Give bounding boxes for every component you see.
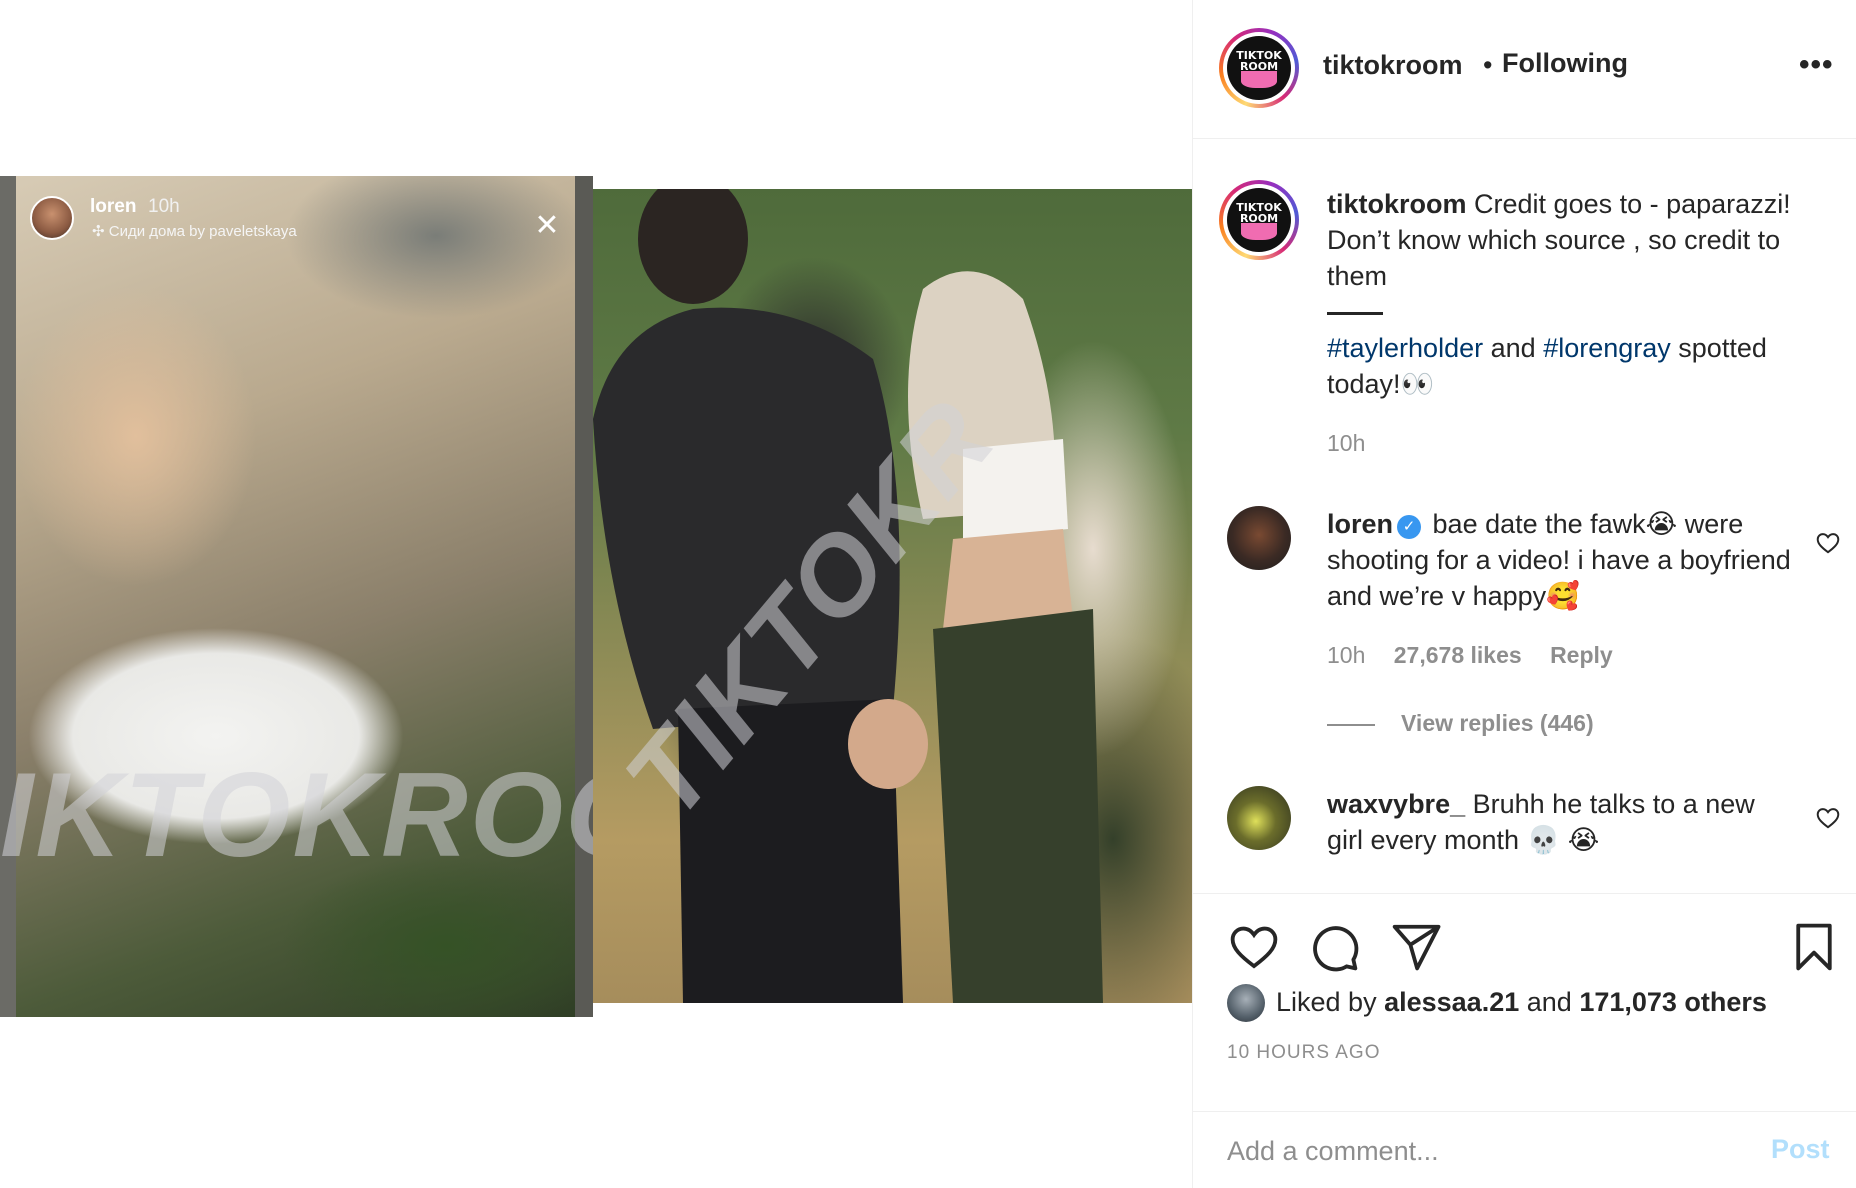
reply-button[interactable]: Reply xyxy=(1550,642,1613,668)
liked-by: Liked by alessaa.21 and 171,073 others xyxy=(1276,987,1767,1018)
comment-time[interactable]: 10h xyxy=(1327,642,1365,668)
view-replies-button[interactable]: View replies (446) xyxy=(1401,710,1594,737)
replies-line xyxy=(1327,724,1375,726)
story-avatar xyxy=(30,196,74,240)
comment-icon[interactable] xyxy=(1307,920,1361,974)
post-button[interactable]: Post xyxy=(1771,1134,1830,1165)
woman-pants xyxy=(933,609,1103,1003)
add-comment-bar: Post xyxy=(1193,1111,1856,1188)
liked-by-avatar[interactable] xyxy=(1227,984,1265,1022)
avatar-logo-text: TIKTOK ROOM xyxy=(1236,49,1282,74)
comment-loren: loren ✓ bae date the fawk😭 were shooting … xyxy=(1327,506,1797,614)
more-options-icon[interactable]: ••• xyxy=(1799,50,1834,80)
caption-text: tiktokroom Credit goes to - paparazzi! D… xyxy=(1327,186,1837,294)
story-username: loren xyxy=(90,196,137,217)
post-actions: Liked by alessaa.21 and 171,073 others 1… xyxy=(1193,893,1856,1111)
holding-hands xyxy=(848,699,928,789)
close-icon: ✕ xyxy=(534,209,560,242)
story-screenshot: loren 10h ✣ Сиди дома by paveletskaya ✕ … xyxy=(0,176,593,1017)
verified-badge-icon: ✓ xyxy=(1397,515,1422,539)
story-edge-right xyxy=(575,176,593,1017)
hashtag-lorengray[interactable]: #lorengray xyxy=(1543,333,1671,363)
story-music-label: ✣ Сиди дома by paveletskaya xyxy=(92,223,297,240)
heart-icon[interactable] xyxy=(1227,920,1281,974)
comment-like-heart-icon[interactable] xyxy=(1815,530,1841,556)
story-time: 10h xyxy=(148,196,180,217)
liked-by-others[interactable]: 171,073 others xyxy=(1579,987,1767,1017)
caption-time[interactable]: 10h xyxy=(1327,430,1365,457)
bookmark-icon[interactable] xyxy=(1787,920,1841,974)
post-timestamp[interactable]: 10 HOURS AGO xyxy=(1227,1042,1381,1064)
caption-divider xyxy=(1327,312,1383,315)
avatar-logo-text: TIKTOK ROOM xyxy=(1236,201,1282,226)
watermark-left: IKTOKROO xyxy=(0,748,593,882)
story-edge-left xyxy=(0,176,16,1017)
man-head xyxy=(638,189,748,304)
comment-meta: 10h 27,678 likes Reply xyxy=(1327,642,1635,669)
post-media[interactable]: loren 10h ✣ Сиди дома by paveletskaya ✕ … xyxy=(0,0,1192,1188)
caption-avatar[interactable]: TIKTOK ROOM xyxy=(1219,180,1299,260)
story-header: loren 10h ✣ Сиди дома by paveletskaya ✕ xyxy=(30,190,570,250)
liked-by-and: and xyxy=(1526,987,1572,1017)
caption-hashtags-line: #taylerholder and #lorengray spotted tod… xyxy=(1327,330,1837,402)
liked-by-prefix: Liked by xyxy=(1276,987,1377,1017)
author-username[interactable]: tiktokroom xyxy=(1323,50,1463,81)
comment-like-heart-icon[interactable] xyxy=(1815,805,1841,831)
caption-and: and xyxy=(1490,333,1536,363)
post-header: TIKTOK ROOM tiktokroom • Following ••• xyxy=(1193,0,1856,139)
comment-input[interactable] xyxy=(1227,1126,1727,1176)
comment-waxvybre: waxvybre_ Bruhh he talks to a new girl e… xyxy=(1327,786,1797,858)
comment-likes[interactable]: 27,678 likes xyxy=(1394,642,1522,668)
comment-avatar-loren[interactable] xyxy=(1227,506,1291,570)
story-photo xyxy=(16,176,575,1017)
author-avatar[interactable]: TIKTOK ROOM xyxy=(1219,28,1299,108)
comment-username[interactable]: loren xyxy=(1327,509,1393,539)
comment-avatar-waxvybre[interactable] xyxy=(1227,786,1291,850)
post-sidebar: TIKTOK ROOM tiktokroom • Following ••• T… xyxy=(1192,0,1856,1188)
comments-section[interactable]: TIKTOK ROOM tiktokroom Credit goes to - … xyxy=(1193,140,1856,892)
caption-username[interactable]: tiktokroom xyxy=(1327,189,1467,219)
liked-by-user[interactable]: alessaa.21 xyxy=(1384,987,1519,1017)
comment-username[interactable]: waxvybre_ xyxy=(1327,789,1465,819)
header-separator: • xyxy=(1483,50,1493,80)
following-button[interactable]: Following xyxy=(1502,48,1628,79)
hashtag-taylerholder[interactable]: #taylerholder xyxy=(1327,333,1483,363)
share-icon[interactable] xyxy=(1389,920,1443,974)
